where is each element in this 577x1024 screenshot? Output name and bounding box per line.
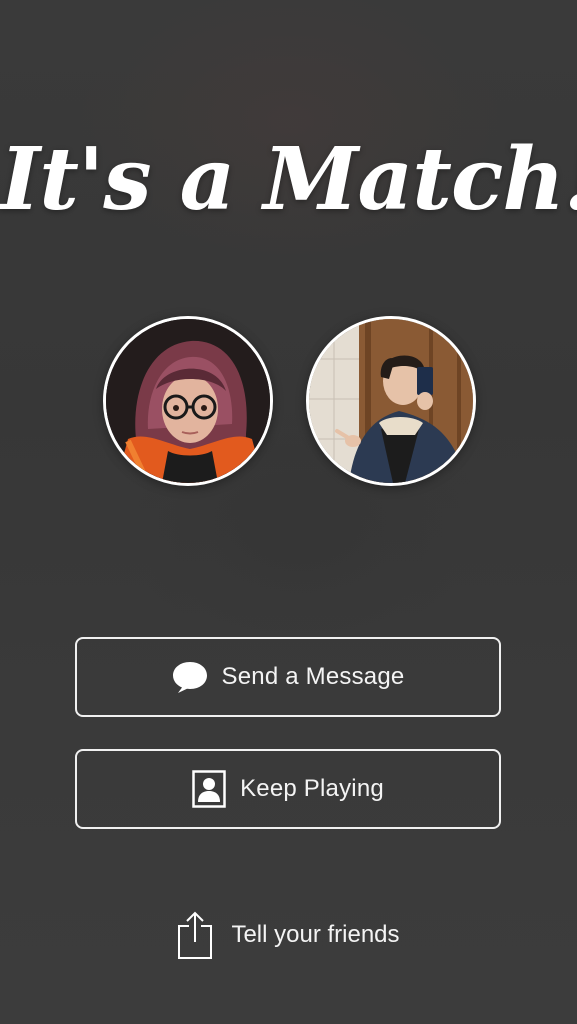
- keep-playing-label: Keep Playing: [240, 775, 384, 802]
- match-profile-avatar: [306, 316, 476, 486]
- tell-friends-label: Tell your friends: [231, 921, 400, 948]
- avatar-photo-right: [309, 319, 473, 483]
- send-message-label: Send a Message: [221, 663, 405, 690]
- profile-card-icon: [192, 770, 226, 808]
- share-icon: [177, 910, 213, 960]
- speech-bubble-icon: [172, 660, 208, 694]
- my-profile-avatar: [103, 316, 273, 486]
- keep-playing-button[interactable]: Keep Playing: [75, 749, 501, 829]
- avatar-photo-left: [106, 319, 270, 483]
- tell-friends-button[interactable]: Tell your friends: [0, 905, 577, 965]
- send-message-button[interactable]: Send a Message: [75, 637, 501, 717]
- match-title: It's a Match!: [0, 129, 577, 230]
